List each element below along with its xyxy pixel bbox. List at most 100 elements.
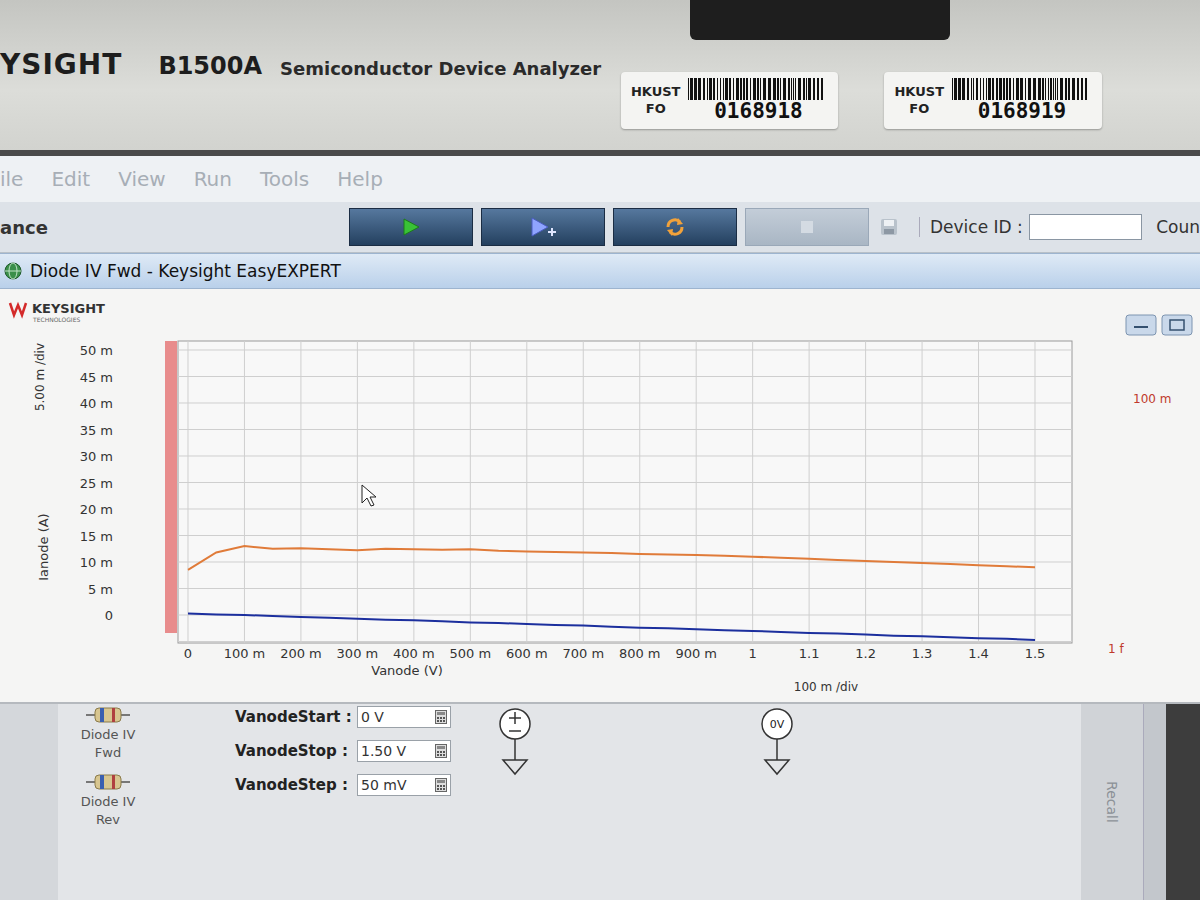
parameter-list: VanodeStart : 0 V VanodeStop :1.50 V Vanode… (158, 704, 451, 900)
append-run-icon (529, 216, 557, 238)
x-axis-label: Vanode (V) (371, 663, 442, 678)
top-strip (0, 0, 1200, 44)
recall-panel[interactable]: Recall (1081, 704, 1143, 900)
repeat-icon (664, 216, 686, 238)
right-axis-bottom-tick: 1 f (1108, 642, 1124, 656)
setup-panel: Diode IV Fwd Diode IV Rev VanodeStart : 0 V… (0, 702, 1200, 900)
calculator-icon[interactable] (435, 744, 447, 758)
left-scroll[interactable] (0, 704, 58, 900)
asset-number: 0168919 (978, 100, 1067, 123)
x-tick: 500 m (450, 646, 492, 661)
barcode-icon (688, 78, 828, 100)
minimize-button[interactable] (1126, 315, 1156, 335)
y-tick: 5 m (88, 582, 113, 597)
grid-line (1035, 341, 1036, 643)
menu-item[interactable]: Run (194, 167, 232, 191)
menu-item[interactable]: View (118, 167, 165, 191)
menu-item[interactable]: Edit (51, 167, 90, 191)
grid-line (978, 341, 979, 643)
scrollbar[interactable] (1143, 704, 1166, 900)
test-item[interactable]: Diode IV Fwd (58, 704, 158, 761)
grid-line (752, 341, 753, 643)
menu-item[interactable]: Tools (260, 167, 309, 191)
x-tick: 600 m (506, 646, 548, 661)
recall-label: Recall (1104, 781, 1120, 823)
asset-label: HKUSTFO0168918 (621, 72, 839, 129)
parameter-value: 50 mV (361, 777, 406, 793)
model-description: Semiconductor Device Analyzer (280, 58, 601, 79)
barcode-icon (952, 78, 1092, 100)
menu-item[interactable]: Help (337, 167, 383, 191)
svg-text:KEYSIGHT: KEYSIGHT (32, 301, 105, 316)
circuit-area: 0V (451, 704, 803, 900)
parameter-value: 0 V (361, 709, 384, 725)
test-label: Diode IV Rev (68, 793, 148, 828)
label-code: 0168919 (952, 78, 1092, 123)
marker-bar[interactable] (165, 341, 177, 633)
save-icon (879, 217, 899, 237)
parameter-name: VanodeStep : (235, 776, 347, 794)
calculator-icon[interactable] (435, 778, 447, 792)
menu-item[interactable]: ile (0, 167, 23, 191)
window-title: Diode IV Fwd - Keysight EasyEXPERT (30, 261, 341, 281)
model-row: YSIGHTB1500ASemiconductor Device Analyze… (0, 44, 1200, 150)
save-button[interactable] (877, 215, 901, 239)
diode-test-icon (86, 771, 130, 793)
grid-line (178, 509, 1072, 510)
x-tick: 0 (184, 646, 192, 661)
x-tick: 700 m (562, 646, 604, 661)
keysight-logo: KEYSIGHTTECHNOLOGIES (10, 301, 105, 323)
window-title-bar: Diode IV Fwd - Keysight EasyEXPERT (0, 253, 1200, 289)
parameter-row: VanodeStart : 0 V (235, 704, 451, 730)
grid-line (922, 341, 923, 643)
plot-area (178, 341, 1072, 643)
append-button[interactable] (481, 208, 605, 246)
device-id-input[interactable] (1029, 214, 1142, 240)
parameter-field[interactable]: 0 V (357, 706, 451, 728)
iv-chart: KEYSIGHTTECHNOLOGIES5.00 m /divIanode (A… (0, 289, 1200, 702)
voltage-source-icon: 0V (751, 704, 803, 782)
calculator-icon[interactable] (435, 710, 447, 724)
grid-line (583, 341, 584, 643)
grid-line (178, 615, 1072, 616)
x-tick: 1.4 (968, 646, 989, 661)
asset-number: 0168918 (714, 100, 803, 123)
grid-line (178, 456, 1072, 457)
parameter-field[interactable]: 50 mV (357, 774, 451, 796)
y-tick: 45 m (80, 370, 113, 385)
x-tick: 1.5 (1025, 646, 1046, 661)
grid-line (300, 341, 301, 643)
test-item[interactable]: Diode IV Rev (58, 771, 158, 828)
y-tick: 20 m (80, 502, 113, 517)
x-tick: 300 m (337, 646, 379, 661)
grid-line (178, 641, 1072, 642)
maximize-button[interactable] (1162, 315, 1192, 335)
y-scale-label: 5.00 m /div (33, 343, 47, 411)
grid-line (178, 588, 1072, 589)
dark-device (690, 0, 950, 40)
grid-line (357, 341, 358, 643)
test-label: Diode IV Fwd (68, 726, 148, 761)
grid-line (639, 341, 640, 643)
svg-text:TECHNOLOGIES: TECHNOLOGIES (32, 316, 80, 323)
toolbar-label: ance (0, 217, 349, 238)
stop-button[interactable] (745, 208, 869, 246)
grid-line (809, 341, 810, 643)
run-button[interactable] (349, 208, 473, 246)
y-tick: 0 (105, 608, 113, 623)
parameter-name: VanodeStart : (235, 708, 347, 726)
parameter-field[interactable]: 1.50 V (357, 740, 451, 762)
grid-line (178, 482, 1072, 483)
series-line (188, 546, 1035, 570)
x-tick: 1.2 (855, 646, 876, 661)
photo-screen: YSIGHTB1500ASemiconductor Device Analyze… (0, 0, 1200, 900)
label-org: HKUSTFO (894, 84, 944, 117)
grid-line (178, 429, 1072, 430)
x-tick: 1 (749, 646, 757, 661)
series-line (188, 613, 1035, 640)
x-tick: 1.1 (799, 646, 820, 661)
repeat-button[interactable] (613, 208, 737, 246)
parameter-row: VanodeStop :1.50 V (235, 738, 451, 764)
grid-line (413, 341, 414, 643)
grid-line (188, 341, 189, 643)
